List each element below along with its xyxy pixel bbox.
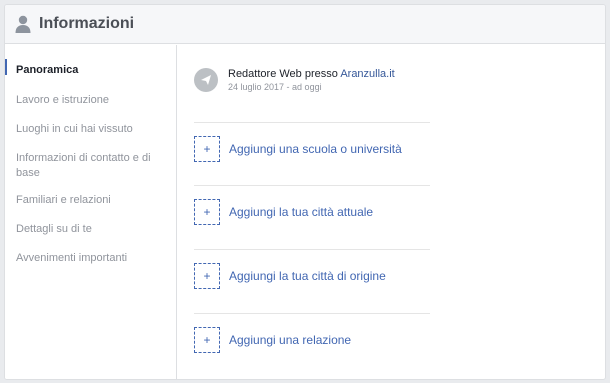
job-title: Redattore Web presso Aranzulla.it <box>228 67 395 81</box>
plus-icon: + <box>194 136 220 162</box>
add-relationship-label: Aggiungi una relazione <box>229 333 352 347</box>
company-link[interactable]: Aranzulla.it <box>340 68 394 80</box>
add-relationship-button[interactable]: + Aggiungi una relazione <box>194 327 351 353</box>
sidebar-item-avvenimenti[interactable]: Avvenimenti importanti <box>16 251 166 266</box>
sidebar-item-luoghi[interactable]: Luoghi in cui hai vissuto <box>16 122 166 137</box>
divider <box>194 249 430 250</box>
about-card: Informazioni Panoramica Lavoro e istruzi… <box>4 4 606 380</box>
add-current-city-label: Aggiungi la tua città attuale <box>229 205 374 219</box>
sidebar-nav: Panoramica Lavoro e istruzione Luoghi in… <box>5 45 177 379</box>
divider <box>194 122 430 123</box>
job-role: Redattore Web presso <box>228 68 341 80</box>
add-school-label: Aggiungi una scuola o università <box>229 142 402 156</box>
divider <box>194 185 430 186</box>
plus-icon: + <box>194 327 220 353</box>
briefcase-icon <box>194 68 218 92</box>
add-hometown-button[interactable]: + Aggiungi la tua città di origine <box>194 263 386 289</box>
overview-panel: Redattore Web presso Aranzulla.it 24 lug… <box>178 45 605 379</box>
sidebar-item-dettagli[interactable]: Dettagli su di te <box>16 222 166 237</box>
card-header: Informazioni <box>5 5 605 44</box>
divider <box>194 313 430 314</box>
job-dates: 24 luglio 2017 - ad oggi <box>228 82 322 92</box>
page-title: Informazioni <box>39 15 135 32</box>
add-hometown-label: Aggiungi la tua città di origine <box>229 269 386 283</box>
add-current-city-button[interactable]: + Aggiungi la tua città attuale <box>194 199 373 225</box>
active-indicator <box>5 59 7 75</box>
sidebar-item-lavoro-istruzione[interactable]: Lavoro e istruzione <box>16 93 166 108</box>
add-school-button[interactable]: + Aggiungi una scuola o università <box>194 136 402 162</box>
plus-icon: + <box>194 199 220 225</box>
plus-icon: + <box>194 263 220 289</box>
sidebar-item-contatto-base[interactable]: Informazioni di contatto e di base <box>16 151 156 181</box>
sidebar-item-panoramica[interactable]: Panoramica <box>16 63 166 78</box>
job-entry: Redattore Web presso Aranzulla.it 24 lug… <box>194 67 395 93</box>
sidebar-item-familiari[interactable]: Familiari e relazioni <box>16 193 166 208</box>
person-icon <box>15 15 31 33</box>
